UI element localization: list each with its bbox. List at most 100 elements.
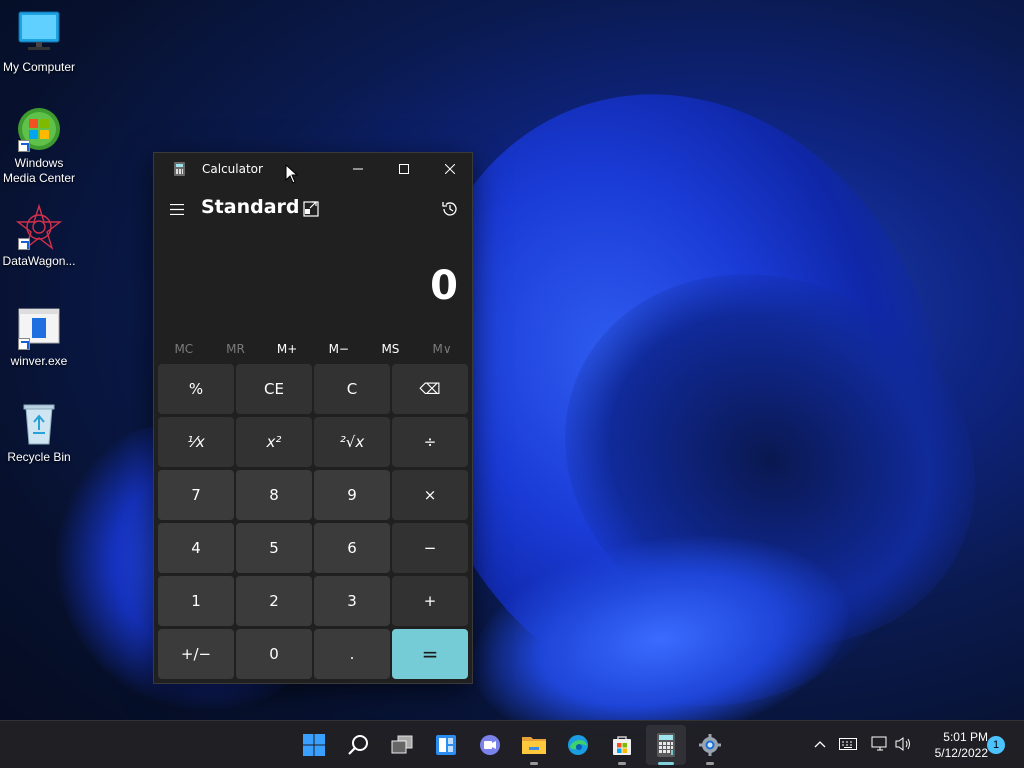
subtract-key[interactable]: −	[392, 523, 468, 573]
multiply-key[interactable]: ×	[392, 470, 468, 520]
result-display: 0	[430, 263, 458, 309]
shortcut-arrow-icon	[18, 140, 30, 152]
digit-4-key[interactable]: 4	[158, 523, 234, 573]
minimize-button[interactable]	[335, 153, 381, 185]
calculator-taskbar-button[interactable]	[646, 725, 686, 765]
desktop-icon-winver[interactable]: winver.exe	[0, 304, 78, 369]
backspace-key[interactable]: ⌫	[392, 364, 468, 414]
clock[interactable]: 5:01 PM 5/12/2022	[920, 729, 988, 761]
maximize-button[interactable]	[381, 153, 427, 185]
percent-key[interactable]: %	[158, 364, 234, 414]
recycle-bin-icon	[16, 400, 62, 446]
hamburger-icon	[170, 203, 184, 215]
widgets-button[interactable]	[426, 725, 466, 765]
shortcut-arrow-icon	[18, 338, 30, 350]
store-button[interactable]	[602, 725, 642, 765]
clock-date: 5/12/2022	[934, 746, 988, 760]
calculator-icon	[657, 733, 675, 757]
clock-time: 5:01 PM	[943, 730, 988, 744]
keep-on-top-button[interactable]	[301, 199, 321, 219]
widgets-icon	[436, 735, 456, 755]
running-indicator	[618, 762, 626, 765]
running-indicator	[706, 762, 714, 765]
keypad: % CE C ⌫ ⅟x x² ²√x ÷ 7 8 9 × 4 5 6 − 1 2…	[157, 364, 471, 681]
history-button[interactable]	[440, 199, 460, 219]
notification-badge[interactable]: 1	[987, 736, 1005, 754]
navigation-menu-button[interactable]	[166, 199, 188, 219]
start-button[interactable]	[294, 725, 334, 765]
memory-recall-button[interactable]: MR	[210, 342, 260, 356]
digit-5-key[interactable]: 5	[236, 523, 312, 573]
desktop-icon-recycle-bin[interactable]: Recycle Bin	[0, 400, 78, 465]
edge-button[interactable]	[558, 725, 598, 765]
desktop-icon-label: Recycle Bin	[7, 450, 71, 464]
show-hidden-icons-button[interactable]	[810, 734, 830, 754]
settings-button[interactable]	[690, 725, 730, 765]
close-icon	[445, 164, 455, 174]
minimize-icon	[353, 168, 363, 170]
memory-store-button[interactable]: MS	[365, 342, 415, 356]
monitor-icon	[16, 10, 62, 56]
memory-add-button[interactable]: M+	[262, 342, 312, 356]
digit-6-key[interactable]: 6	[314, 523, 390, 573]
chat-button[interactable]	[470, 725, 510, 765]
memory-row: MC MR M+ M− MS M∨	[154, 336, 472, 362]
network-button[interactable]	[870, 734, 890, 754]
digit-7-key[interactable]: 7	[158, 470, 234, 520]
digit-3-key[interactable]: 3	[314, 576, 390, 626]
task-view-button[interactable]	[382, 725, 422, 765]
reciprocal-key[interactable]: ⅟x	[158, 417, 234, 467]
digit-1-key[interactable]: 1	[158, 576, 234, 626]
digit-2-key[interactable]: 2	[236, 576, 312, 626]
digit-0-key[interactable]: 0	[236, 629, 312, 679]
memory-list-button[interactable]: M∨	[417, 342, 467, 356]
chevron-up-icon	[814, 741, 826, 748]
desktop-icon-label: Windows Media Center	[2, 156, 76, 185]
windows-media-center-icon	[16, 106, 62, 152]
desktop-icon-label: winver.exe	[10, 354, 68, 368]
decimal-key[interactable]: .	[314, 629, 390, 679]
divide-key[interactable]: ÷	[392, 417, 468, 467]
window-title: Calculator	[202, 162, 263, 176]
digit-8-key[interactable]: 8	[236, 470, 312, 520]
taskbar: 5:01 PM 5/12/2022 1	[0, 720, 1024, 768]
clear-key[interactable]: C	[314, 364, 390, 414]
task-view-icon	[391, 735, 413, 754]
memory-subtract-button[interactable]: M−	[314, 342, 364, 356]
close-button[interactable]	[427, 153, 473, 185]
edge-icon	[568, 735, 588, 755]
shortcut-arrow-icon	[18, 238, 30, 250]
title-bar[interactable]: Calculator	[154, 153, 472, 185]
volume-button[interactable]	[894, 734, 914, 754]
clear-entry-key[interactable]: CE	[236, 364, 312, 414]
desktop-icon-windows-media-center[interactable]: Windows Media Center	[0, 106, 78, 186]
running-indicator	[530, 762, 538, 765]
store-icon	[613, 736, 631, 755]
file-explorer-button[interactable]	[514, 725, 554, 765]
memory-clear-button[interactable]: MC	[159, 342, 209, 356]
history-icon	[442, 202, 457, 216]
mouse-cursor-icon	[285, 164, 299, 184]
search-button[interactable]	[338, 725, 378, 765]
keyboard-button[interactable]	[838, 734, 858, 754]
calculator-window: Calculator Standard 0 MC MR M+ M− MS M∨ …	[153, 152, 473, 684]
network-icon	[871, 736, 887, 751]
calculator-app-icon	[174, 162, 185, 176]
square-key[interactable]: x²	[236, 417, 312, 467]
add-key[interactable]: +	[392, 576, 468, 626]
maximize-icon	[399, 164, 409, 174]
speaker-icon	[895, 737, 910, 751]
negate-key[interactable]: +/−	[158, 629, 234, 679]
keyboard-icon	[839, 738, 857, 750]
windows-logo-icon	[303, 734, 325, 756]
digit-9-key[interactable]: 9	[314, 470, 390, 520]
equals-key[interactable]: =	[392, 629, 468, 679]
square-root-key[interactable]: ²√x	[314, 417, 390, 467]
desktop-icon-datawagon[interactable]: DataWagon...	[0, 203, 78, 269]
datawagon-icon	[15, 203, 63, 250]
wallpaper-swirl-shadow	[503, 208, 1024, 712]
winver-icon	[16, 304, 62, 350]
folder-icon	[522, 737, 546, 754]
desktop-icon-my-computer[interactable]: My Computer	[0, 10, 78, 75]
desktop-icon-label: DataWagon...	[2, 254, 76, 268]
